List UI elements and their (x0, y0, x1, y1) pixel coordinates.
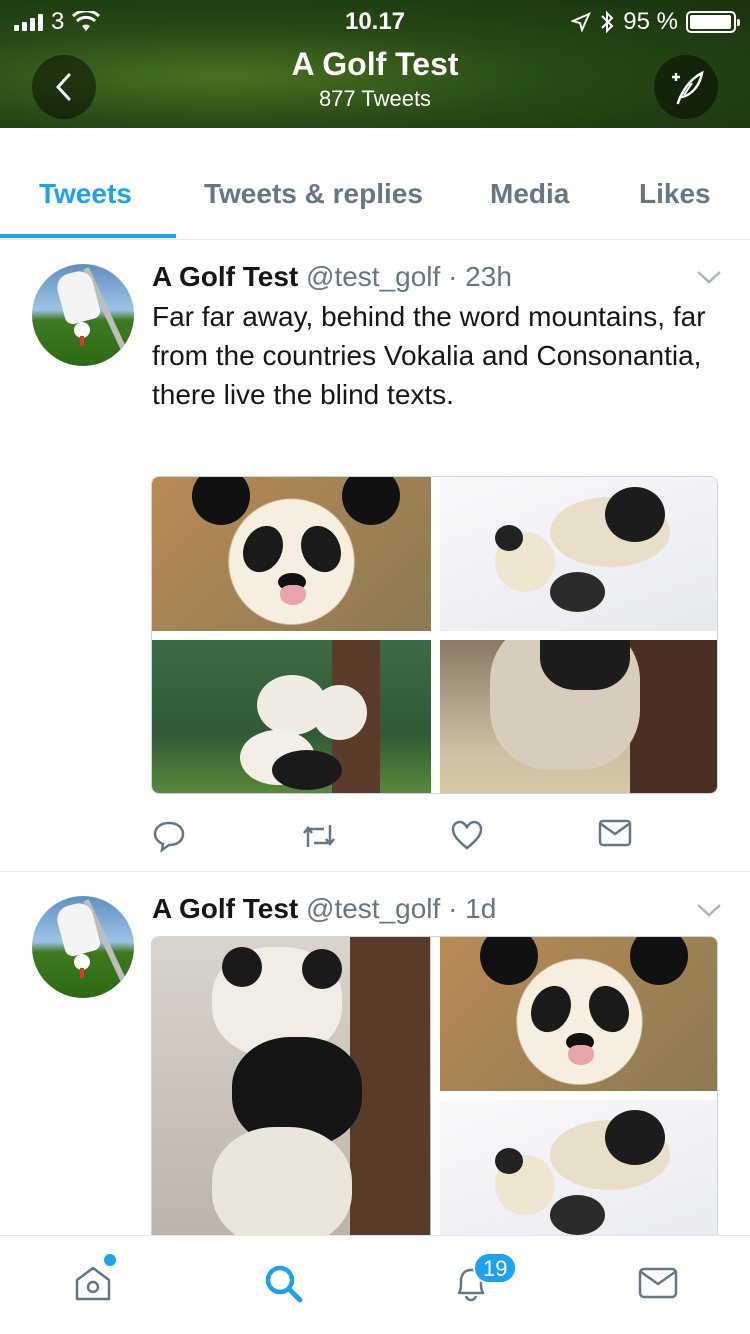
media-image-2[interactable] (440, 477, 717, 631)
profile-tabs: Tweets Tweets & replies Media Likes (0, 128, 750, 240)
tweet-count: 877 Tweets (318, 86, 432, 111)
tweet-media-grid[interactable] (151, 476, 718, 794)
avatar[interactable] (32, 264, 134, 366)
media-image-4[interactable] (440, 640, 717, 793)
media-image-1[interactable] (152, 937, 431, 1235)
retweet-icon[interactable] (300, 819, 338, 853)
search-icon[interactable] (262, 1262, 304, 1304)
media-image-3[interactable] (440, 1100, 717, 1235)
tweet-header: A Golf Test @test_golf · 23h (152, 261, 512, 293)
battery-icon (686, 11, 740, 33)
active-tab-indicator (0, 234, 176, 238)
profile-name: A Golf Test (291, 46, 459, 82)
tab-tweets[interactable]: Tweets (39, 178, 132, 210)
author-name[interactable]: A Golf Test (152, 261, 298, 292)
bluetooth-icon (601, 10, 614, 34)
media-image-1[interactable] (152, 477, 431, 631)
messages-icon[interactable] (637, 1262, 679, 1304)
tab-likes[interactable]: Likes (639, 178, 711, 210)
reply-icon[interactable] (152, 819, 186, 853)
author-handle: @test_golf (306, 261, 441, 292)
home-icon[interactable] (72, 1262, 114, 1304)
chevron-down-icon[interactable] (696, 902, 722, 918)
status-bar: 3 10.17 95 % (0, 0, 750, 40)
compose-tweet-button[interactable] (654, 55, 718, 119)
location-arrow-icon (571, 12, 592, 32)
tweet-header: A Golf Test @test_golf · 1d (152, 893, 496, 925)
feather-plus-icon (672, 70, 704, 105)
media-image-2[interactable] (440, 937, 717, 1091)
bottom-tab-bar: 19 (0, 1235, 750, 1334)
media-image-3[interactable] (152, 640, 431, 793)
avatar[interactable] (32, 896, 134, 998)
author-name[interactable]: A Golf Test (152, 893, 298, 924)
profile-header: 3 10.17 95 % A Golf Test 877 Tweets (0, 0, 750, 128)
tab-media[interactable]: Media (490, 178, 569, 210)
battery-percent: 95 % (623, 8, 678, 35)
author-handle: @test_golf (306, 893, 441, 924)
tab-tweets-replies[interactable]: Tweets & replies (204, 178, 423, 210)
tweet-actions (152, 819, 652, 859)
tweet-text: Far far away, behind the word mountains,… (152, 301, 706, 410)
tweet-time: · 1d (448, 893, 497, 924)
like-icon[interactable] (450, 819, 484, 851)
direct-message-icon[interactable] (598, 819, 632, 847)
notifications-badge: 19 (473, 1252, 518, 1284)
chevron-down-icon[interactable] (696, 269, 722, 285)
tweet[interactable]: A Golf Test @test_golf · 1d (0, 872, 750, 1235)
tweet-media-grid[interactable] (151, 936, 718, 1235)
tweet-time: · 23h (448, 261, 512, 292)
tweet[interactable]: A Golf Test @test_golf · 23h Far far awa… (0, 241, 750, 871)
new-content-dot (104, 1254, 116, 1266)
